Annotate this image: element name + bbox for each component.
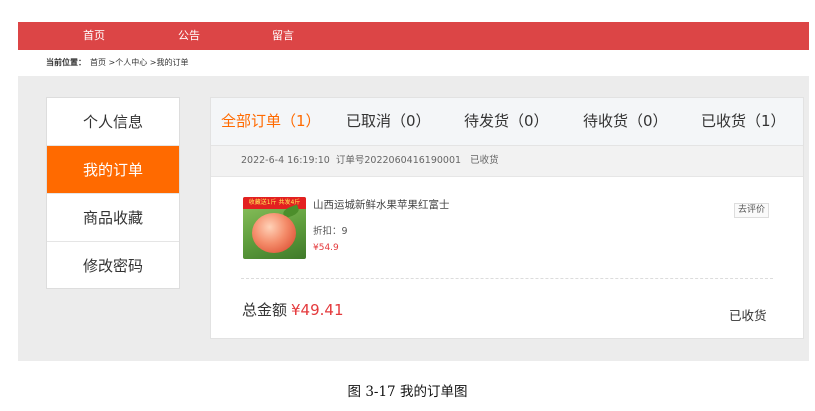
total-amount: ¥49.41 [291, 301, 344, 319]
product-name[interactable]: 山西运城新鲜水果苹果红富士 [313, 197, 450, 212]
tab-pending-shipment[interactable]: 待发货（0） [464, 98, 549, 145]
order-footer-status: 已收货 [729, 308, 767, 323]
order-tabs: 全部订单（1） 已取消（0） 待发货（0） 待收货（0） 已收货（1） [211, 98, 803, 146]
breadcrumb-label: 当前位置： [46, 58, 86, 67]
product-image[interactable]: 收藏送1斤 共发4斤 [243, 197, 306, 259]
sidebar-item-profile[interactable]: 个人信息 [47, 98, 179, 146]
order-header: 2022-6-4 16:19:10 订单号2022060416190001 已收… [211, 146, 803, 177]
divider [241, 278, 773, 279]
product-price: ¥54.9 [313, 243, 339, 253]
nav-home-link[interactable]: 首页 [83, 22, 105, 50]
tab-cancelled[interactable]: 已取消（0） [346, 98, 431, 145]
fruit-graphic [252, 213, 296, 253]
product-discount: 折扣：9 [313, 226, 348, 237]
tab-received[interactable]: 已收货（1） [701, 98, 786, 145]
breadcrumb: 当前位置： 首页 >个人中心 >我的订单 [46, 57, 189, 68]
nav-notice-link[interactable]: 公告 [178, 22, 200, 50]
order-number: 订单号2022060416190001 [335, 155, 462, 166]
review-button[interactable]: 去评价 [734, 203, 770, 218]
sidebar-item-favorites[interactable]: 商品收藏 [47, 194, 179, 242]
sidebar-menu: 个人信息 我的订单 商品收藏 修改密码 [46, 97, 180, 289]
sidebar-item-my-orders[interactable]: 我的订单 [47, 146, 179, 194]
top-nav-bar: 首页 公告 留言 [18, 22, 809, 50]
order-time: 2022-6-4 16:19:10 [241, 155, 330, 166]
order-status: 已收货 [470, 155, 499, 166]
tab-all-orders[interactable]: 全部订单（1） [221, 98, 321, 145]
figure-caption: 图 3-17 我的订单图 [347, 384, 468, 400]
orders-main: 全部订单（1） 已取消（0） 待发货（0） 待收货（0） 已收货（1） 2022… [210, 97, 804, 339]
order-total: 总金额 ¥49.41 [242, 299, 344, 320]
sidebar-item-change-password[interactable]: 修改密码 [47, 242, 179, 290]
breadcrumb-path[interactable]: 首页 >个人中心 >我的订单 [90, 58, 189, 67]
order-info: 2022-6-4 16:19:10 订单号2022060416190001 已收… [241, 146, 499, 176]
total-label: 总金额 [242, 301, 288, 319]
nav-message-link[interactable]: 留言 [272, 22, 294, 50]
tab-pending-receipt[interactable]: 待收货（0） [583, 98, 668, 145]
